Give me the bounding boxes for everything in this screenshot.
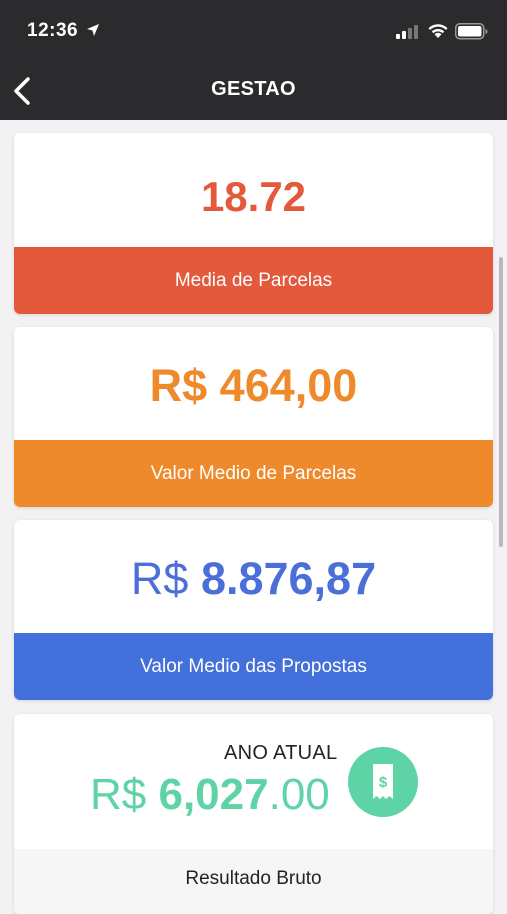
cellular-signal-icon	[396, 25, 418, 39]
ano-atual-card: ANO ATUAL R$ 6,027.00 $ Resultado Bruto	[14, 714, 493, 914]
ano-atual-value: R$ 6,027.00	[90, 770, 330, 820]
svg-text:$: $	[379, 774, 388, 791]
dashboard-content[interactable]: 18.72 Media de Parcelas R$ 464,00 Valor …	[0, 120, 507, 914]
receipt-dollar-icon: $	[348, 747, 418, 817]
location-arrow-icon	[87, 24, 99, 36]
wifi-icon	[428, 24, 448, 38]
currency-symbol: R$	[130, 553, 189, 604]
media-parcelas-value: 18.72	[200, 173, 307, 220]
cents: .00	[268, 770, 330, 819]
page-title: GESTAO	[211, 78, 296, 100]
currency-symbol: R$	[90, 770, 147, 819]
ano-atual-label: ANO ATUAL	[224, 742, 338, 764]
valor-medio-parcelas-card: R$ 464,00 Valor Medio de Parcelas	[14, 327, 493, 507]
valor-medio-propostas-value: R$ 8.876,87	[14, 553, 493, 605]
scrollbar[interactable]	[499, 257, 503, 547]
amount: 8.876,87	[200, 553, 377, 604]
amount: 6,027	[158, 770, 269, 819]
valor-medio-parcelas-value: R$ 464,00	[149, 360, 358, 411]
resultado-bruto-label: Resultado Bruto	[14, 849, 493, 914]
media-parcelas-label: Media de Parcelas	[14, 247, 493, 314]
media-parcelas-card: 18.72 Media de Parcelas	[14, 133, 493, 314]
top-bar: 12:36 GESTAO	[0, 0, 507, 120]
valor-medio-parcelas-label: Valor Medio de Parcelas	[14, 440, 493, 507]
valor-medio-propostas-card: R$ 8.876,87 Valor Medio das Propostas	[14, 520, 493, 700]
status-time: 12:36	[27, 20, 79, 41]
battery-icon	[455, 23, 488, 40]
valor-medio-propostas-label: Valor Medio das Propostas	[14, 633, 493, 700]
